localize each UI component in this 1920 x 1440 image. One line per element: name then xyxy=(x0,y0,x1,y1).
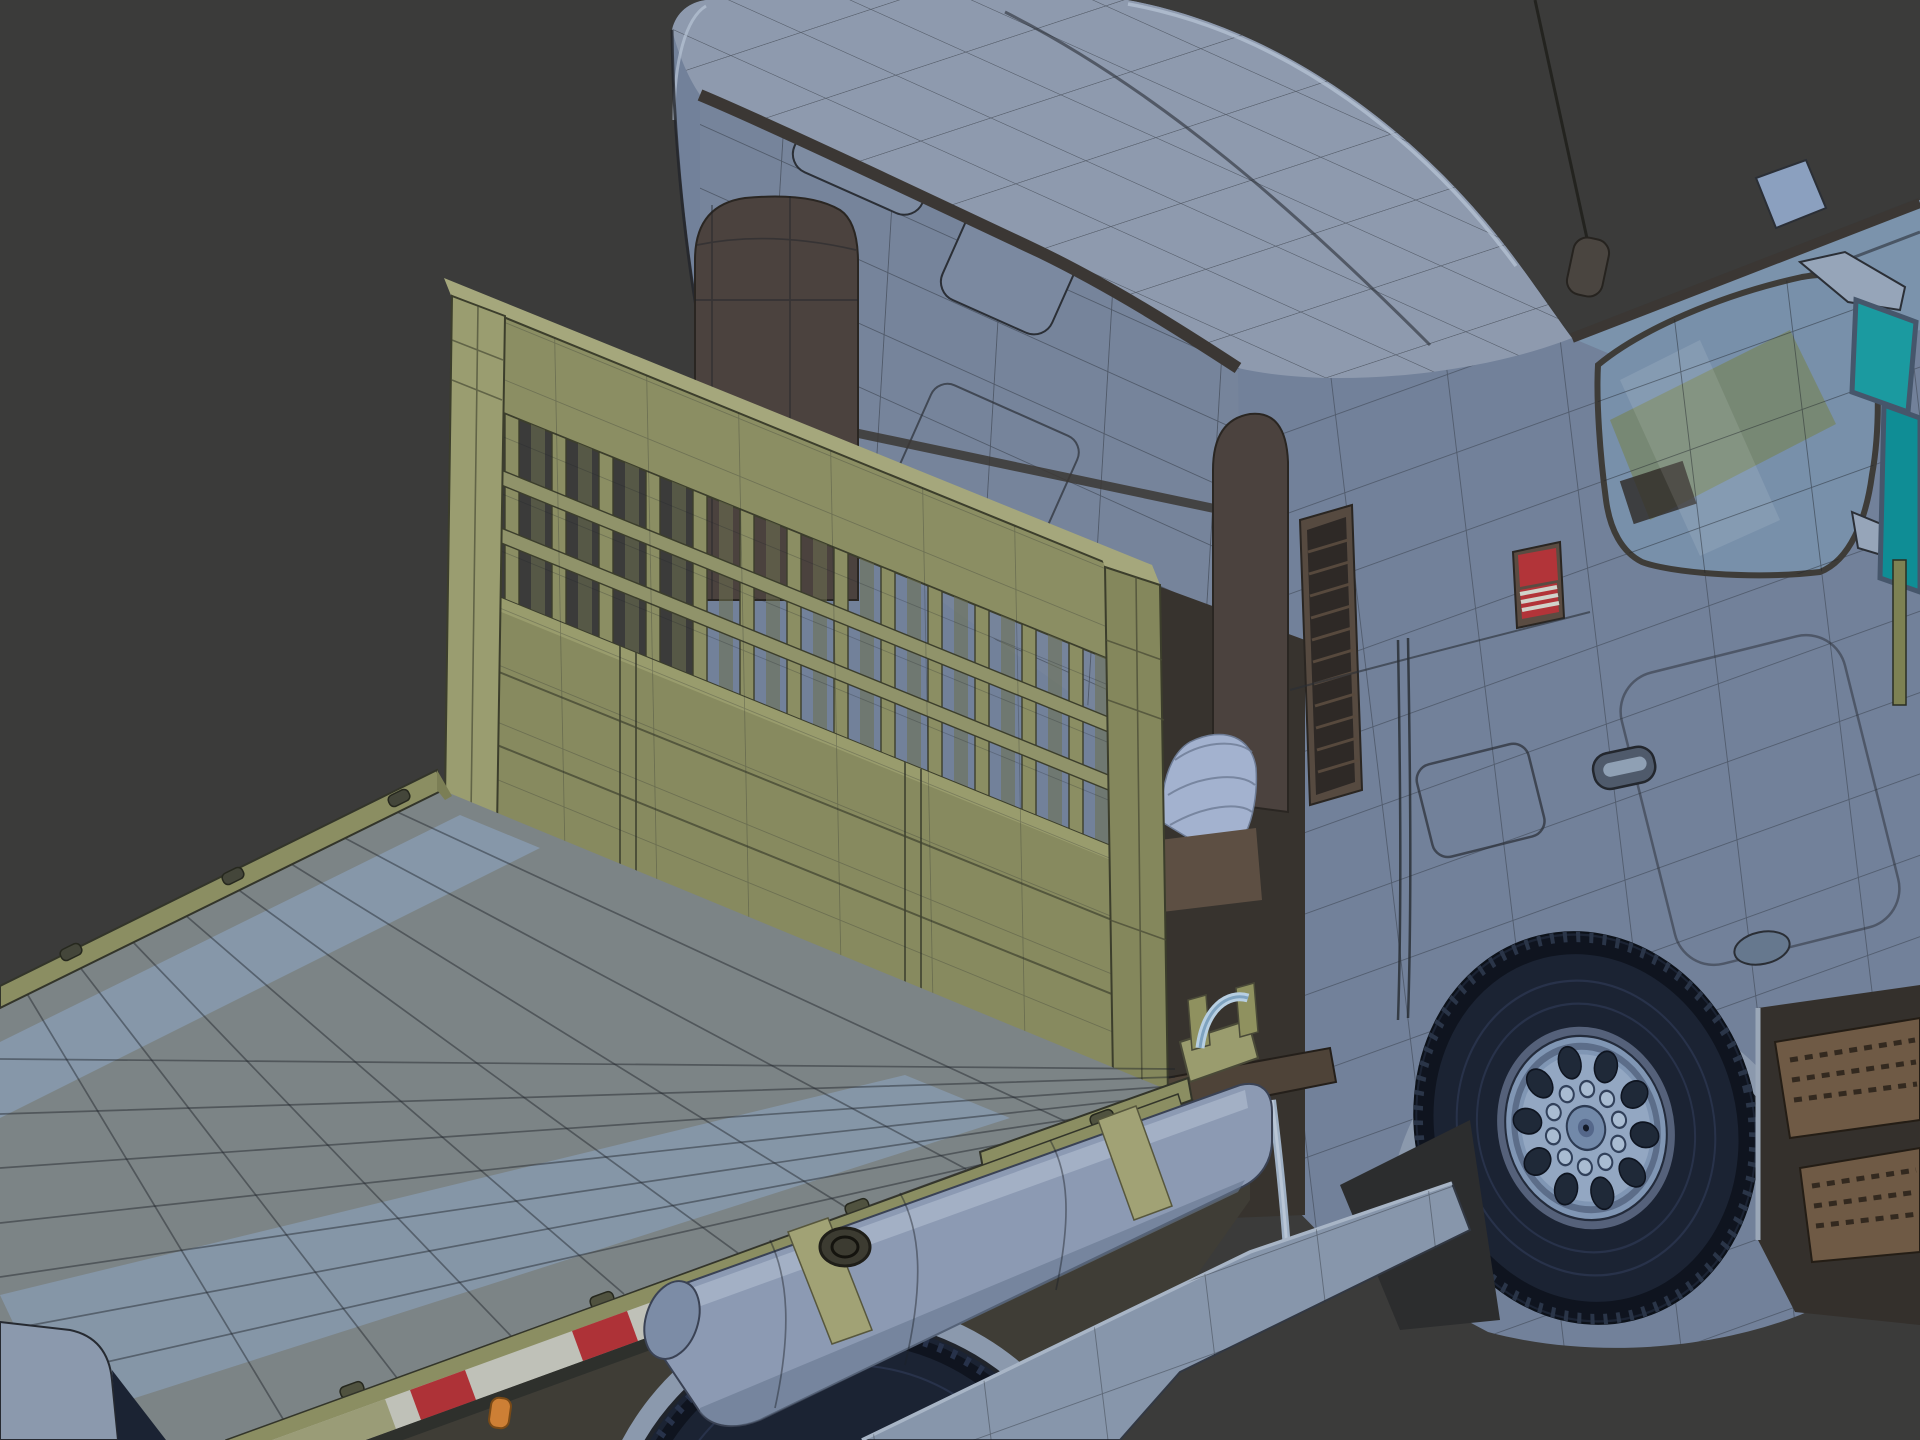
mirror-strut xyxy=(1892,559,1907,706)
bunk-ledge xyxy=(1160,828,1262,912)
viewport-3d[interactable]: 3D modeling viewport — wireframe flatbed… xyxy=(0,0,1920,1440)
entry-steps xyxy=(1755,985,1920,1325)
reflector-badge xyxy=(1511,540,1566,630)
side-vent-grille xyxy=(1298,503,1364,807)
mirror-glass-upper xyxy=(1849,296,1919,416)
tank-cap xyxy=(818,1226,872,1268)
